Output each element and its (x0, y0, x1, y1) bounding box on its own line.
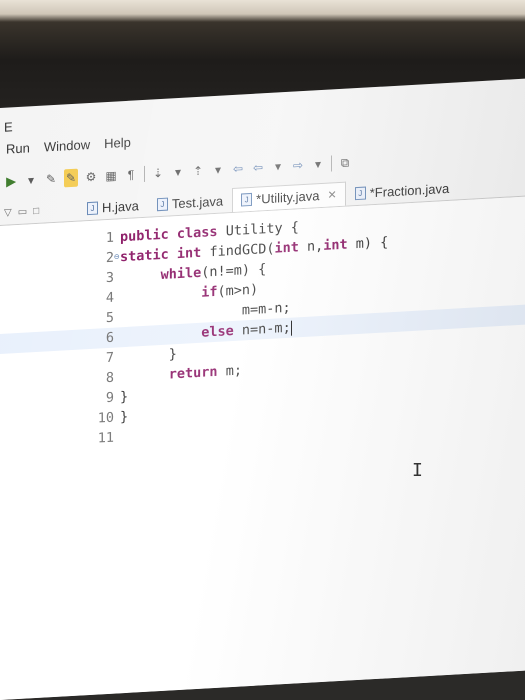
forward-icon[interactable]: ⇨ (291, 156, 305, 175)
open-perspective-icon[interactable]: ⧉ (338, 153, 352, 172)
dropdown-icon[interactable]: ▾ (211, 160, 225, 179)
dropdown-icon[interactable]: ▾ (24, 171, 38, 190)
grid-icon[interactable]: ▦ (104, 166, 118, 185)
maximize-icon[interactable]: □ (33, 206, 39, 217)
code-text: } (120, 408, 129, 426)
dropdown-icon[interactable]: ▾ (171, 163, 185, 182)
tab-label: *Fraction.java (369, 180, 450, 201)
line-number: 9 (105, 389, 114, 407)
menu-window[interactable]: Window (44, 137, 90, 162)
next-annotation-icon[interactable]: ⇡ (191, 162, 205, 181)
line-number: 6 (105, 329, 114, 347)
pilcrow-icon[interactable]: ¶ (124, 165, 138, 184)
tab-h-java[interactable]: J H.java (78, 193, 148, 221)
tab-label: H.java (102, 198, 139, 216)
eclipse-window: E Run Window Help ▶ ▾ ✎ ✎ ⚙ ▦ ¶ ⇣ ▾ ⇡ ▾ … (0, 78, 525, 700)
line-number: 3 (105, 269, 114, 287)
code-text: } (120, 388, 129, 406)
java-file-icon: J (354, 186, 366, 201)
tab-label: *Utility.java (256, 188, 320, 207)
line-number: 4 (105, 289, 114, 307)
view-menu-icon[interactable]: ▽ (4, 207, 12, 218)
text-caret (290, 320, 292, 336)
line-number: 5 (105, 309, 114, 327)
dropdown-icon[interactable]: ▾ (311, 155, 325, 174)
line-number: 1 (105, 229, 114, 247)
highlight-icon[interactable]: ✎ (64, 168, 78, 188)
format-icon[interactable]: ⚙ (84, 168, 98, 187)
line-number: 7 (105, 349, 114, 367)
menu-bar: Run Window Help (0, 135, 131, 164)
line-number: 2 (90, 248, 114, 269)
run-icon[interactable]: ▶ (4, 172, 18, 191)
java-file-icon: J (241, 192, 253, 207)
toolbar-separator (144, 165, 145, 182)
menu-help[interactable]: Help (104, 135, 131, 158)
annotation-icon[interactable]: ⇣ (151, 164, 165, 183)
window-title: E (4, 119, 13, 135)
tab-label: Test.java (171, 193, 224, 212)
back-icon[interactable]: ⇦ (251, 158, 265, 177)
tab-test-java[interactable]: J Test.java (148, 188, 232, 217)
last-edit-icon[interactable]: ⇦ (231, 159, 245, 178)
text-cursor-icon: I (412, 460, 423, 481)
code-editor[interactable]: 1public class Utility {2static int findG… (0, 196, 525, 700)
close-icon[interactable]: ✕ (328, 188, 337, 202)
line-number: 11 (97, 429, 114, 447)
line-number: 8 (105, 369, 114, 387)
menu-run[interactable]: Run (6, 140, 30, 163)
java-file-icon: J (87, 201, 98, 216)
line-number: 10 (97, 409, 114, 427)
toolbar-separator (331, 155, 332, 172)
java-file-icon: J (156, 197, 168, 212)
minimize-icon[interactable]: ▭ (18, 206, 27, 218)
dropdown-icon[interactable]: ▾ (271, 157, 285, 176)
pin-icon[interactable]: ✎ (44, 170, 58, 189)
